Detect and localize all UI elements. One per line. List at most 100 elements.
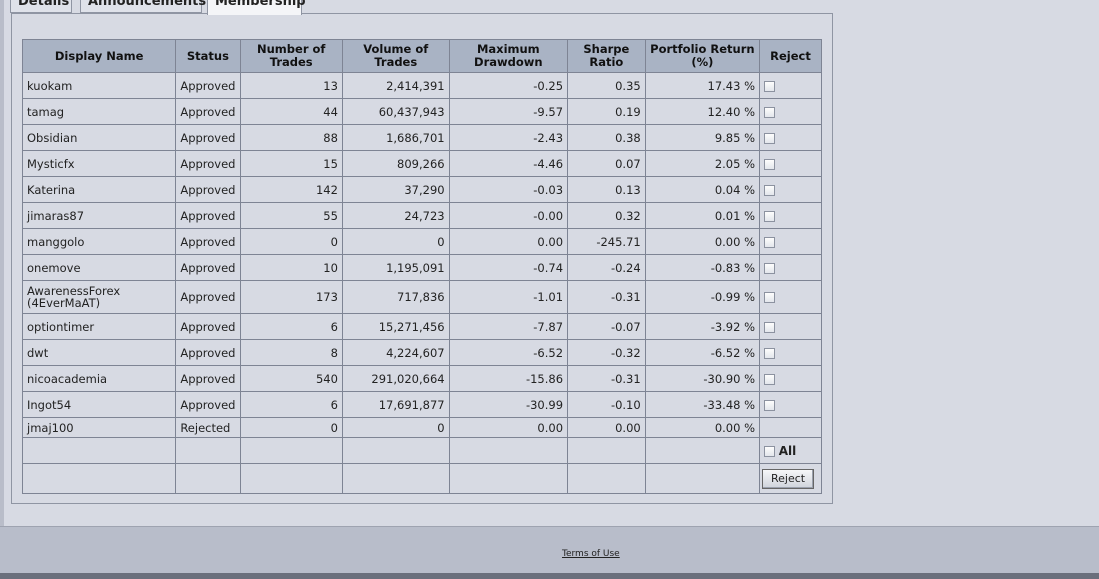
number-of-trades-cell: 0: [239, 228, 343, 255]
number-of-trades-cell: 88: [239, 124, 343, 151]
reject-cell: [759, 339, 822, 366]
volume-of-trades-cell: 24,723: [341, 202, 450, 229]
empty-cell: [239, 463, 343, 494]
maximum-drawdown-cell: -7.87: [448, 313, 569, 340]
reject-cell: [759, 313, 822, 340]
volume-of-trades-cell: 809,266: [341, 150, 450, 177]
reject-checkbox[interactable]: [764, 132, 776, 144]
display-name-cell: Katerina: [21, 176, 177, 203]
reject-cell: [759, 280, 822, 314]
maximum-drawdown-cell: 0.00: [448, 228, 569, 255]
volume-of-trades-cell: 1,195,091: [341, 254, 450, 281]
volume-of-trades-cell: 717,836: [341, 280, 450, 314]
maximum-drawdown-cell: -0.00: [448, 202, 569, 229]
header-display-name[interactable]: Display Name: [21, 39, 177, 73]
number-of-trades-cell: 55: [239, 202, 343, 229]
select-all-checkbox[interactable]: [764, 445, 776, 457]
reject-cell: [759, 228, 822, 255]
portfolio-return-cell: -33.48 %: [644, 391, 761, 418]
empty-cell: [644, 463, 761, 494]
empty-cell: [175, 437, 241, 464]
reject-checkbox[interactable]: [764, 236, 776, 248]
table-row: Mysticfx Approved 15 809,266 -4.46 0.07 2.05 %: [21, 150, 822, 177]
reject-checkbox[interactable]: [764, 373, 776, 385]
portfolio-return-cell: -6.52 %: [644, 339, 761, 366]
footer: Terms of Use: [0, 526, 1099, 574]
volume-of-trades-cell: 0: [341, 228, 450, 255]
tab-details[interactable]: Details: [10, 0, 72, 13]
select-all-label: All: [778, 443, 797, 458]
reject-cell: [759, 391, 822, 418]
display-name-cell: dwt: [21, 339, 177, 366]
sharpe-ratio-cell: -0.31: [567, 365, 646, 392]
status-cell: Approved: [175, 254, 241, 281]
status-cell: Approved: [175, 339, 241, 366]
display-name-cell: AwarenessForex (4EverMaAT): [21, 280, 177, 314]
status-cell: Approved: [175, 150, 241, 177]
header-portfolio-return[interactable]: Portfolio Return (%): [644, 39, 761, 73]
display-name-cell: tamag: [21, 98, 177, 125]
table-row: Katerina Approved 142 37,290 -0.03 0.13 0.04 %: [21, 176, 822, 203]
maximum-drawdown-cell: -6.52: [448, 339, 569, 366]
maximum-drawdown-cell: -15.86: [448, 365, 569, 392]
display-name-cell: Mysticfx: [21, 150, 177, 177]
header-maximum-drawdown[interactable]: Maximum Drawdown: [448, 39, 569, 73]
display-name-cell: manggolo: [21, 228, 177, 255]
sharpe-ratio-cell: -0.24: [567, 254, 646, 281]
maximum-drawdown-cell: -9.57: [448, 98, 569, 125]
maximum-drawdown-cell: 0.00: [448, 417, 569, 438]
portfolio-return-cell: -30.90 %: [644, 365, 761, 392]
empty-cell: [448, 463, 569, 494]
header-sharpe-ratio[interactable]: Sharpe Ratio: [567, 39, 646, 73]
table-row: Ingot54 Approved 6 17,691,877 -30.99 -0.10 -33…: [21, 391, 822, 418]
reject-checkbox[interactable]: [764, 262, 776, 274]
reject-cell: [759, 72, 822, 99]
reject-checkbox[interactable]: [764, 292, 776, 303]
volume-of-trades-cell: 291,020,664: [341, 365, 450, 392]
reject-checkbox[interactable]: [764, 158, 776, 170]
reject-checkbox[interactable]: [764, 210, 776, 222]
tab-membership[interactable]: Membership: [207, 0, 306, 15]
maximum-drawdown-cell: -1.01: [448, 280, 569, 314]
select-all-row: All: [21, 437, 822, 464]
display-name-cell: Ingot54: [21, 391, 177, 418]
volume-of-trades-cell: 2,414,391: [341, 72, 450, 99]
number-of-trades-cell: 13: [239, 72, 343, 99]
table-row: tamag Approved 44 60,437,943 -9.57 0.19 12.40 …: [21, 98, 822, 125]
reject-button[interactable]: Reject: [762, 468, 815, 489]
terms-of-use-link[interactable]: Terms of Use: [562, 549, 620, 559]
header-reject: Reject: [759, 39, 822, 73]
portfolio-return-cell: 2.05 %: [644, 150, 761, 177]
display-name-cell: kuokam: [21, 72, 177, 99]
number-of-trades-cell: 8: [239, 339, 343, 366]
table-row: jmaj100 Rejected 0 0 0.00 0.00 0.00 %: [21, 417, 822, 438]
reject-checkbox[interactable]: [764, 106, 776, 118]
reject-checkbox[interactable]: [764, 184, 776, 196]
table-header-row: Display Name Status Number of Trades Vol…: [21, 39, 822, 73]
reject-checkbox[interactable]: [764, 347, 776, 359]
reject-cell: [759, 98, 822, 125]
display-name-cell: jimaras87: [21, 202, 177, 229]
reject-checkbox[interactable]: [764, 80, 776, 92]
table-row: dwt Approved 8 4,224,607 -6.52 -0.32 -6.52 %: [21, 339, 822, 366]
header-volume-of-trades[interactable]: Volume of Trades: [341, 39, 450, 73]
empty-cell: [21, 437, 177, 464]
portfolio-return-cell: 17.43 %: [644, 72, 761, 99]
status-cell: Approved: [175, 176, 241, 203]
membership-table: Display Name Status Number of Trades Vol…: [21, 39, 822, 494]
header-status[interactable]: Status: [175, 39, 241, 73]
sharpe-ratio-cell: -245.71: [567, 228, 646, 255]
reject-cell: [759, 202, 822, 229]
tab-announcements[interactable]: Announcements: [80, 0, 206, 13]
reject-checkbox[interactable]: [764, 321, 776, 333]
reject-checkbox[interactable]: [764, 399, 776, 411]
sharpe-ratio-cell: -0.32: [567, 339, 646, 366]
status-cell: Approved: [175, 280, 241, 314]
table-row: onemove Approved 10 1,195,091 -0.74 -0.24 -0.8…: [21, 254, 822, 281]
table-row: nicoacademia Approved 540 291,020,664 -15.86…: [21, 365, 822, 392]
number-of-trades-cell: 6: [239, 313, 343, 340]
empty-cell: [239, 437, 343, 464]
sharpe-ratio-cell: -0.07: [567, 313, 646, 340]
volume-of-trades-cell: 1,686,701: [341, 124, 450, 151]
header-number-of-trades[interactable]: Number of Trades: [239, 39, 343, 73]
